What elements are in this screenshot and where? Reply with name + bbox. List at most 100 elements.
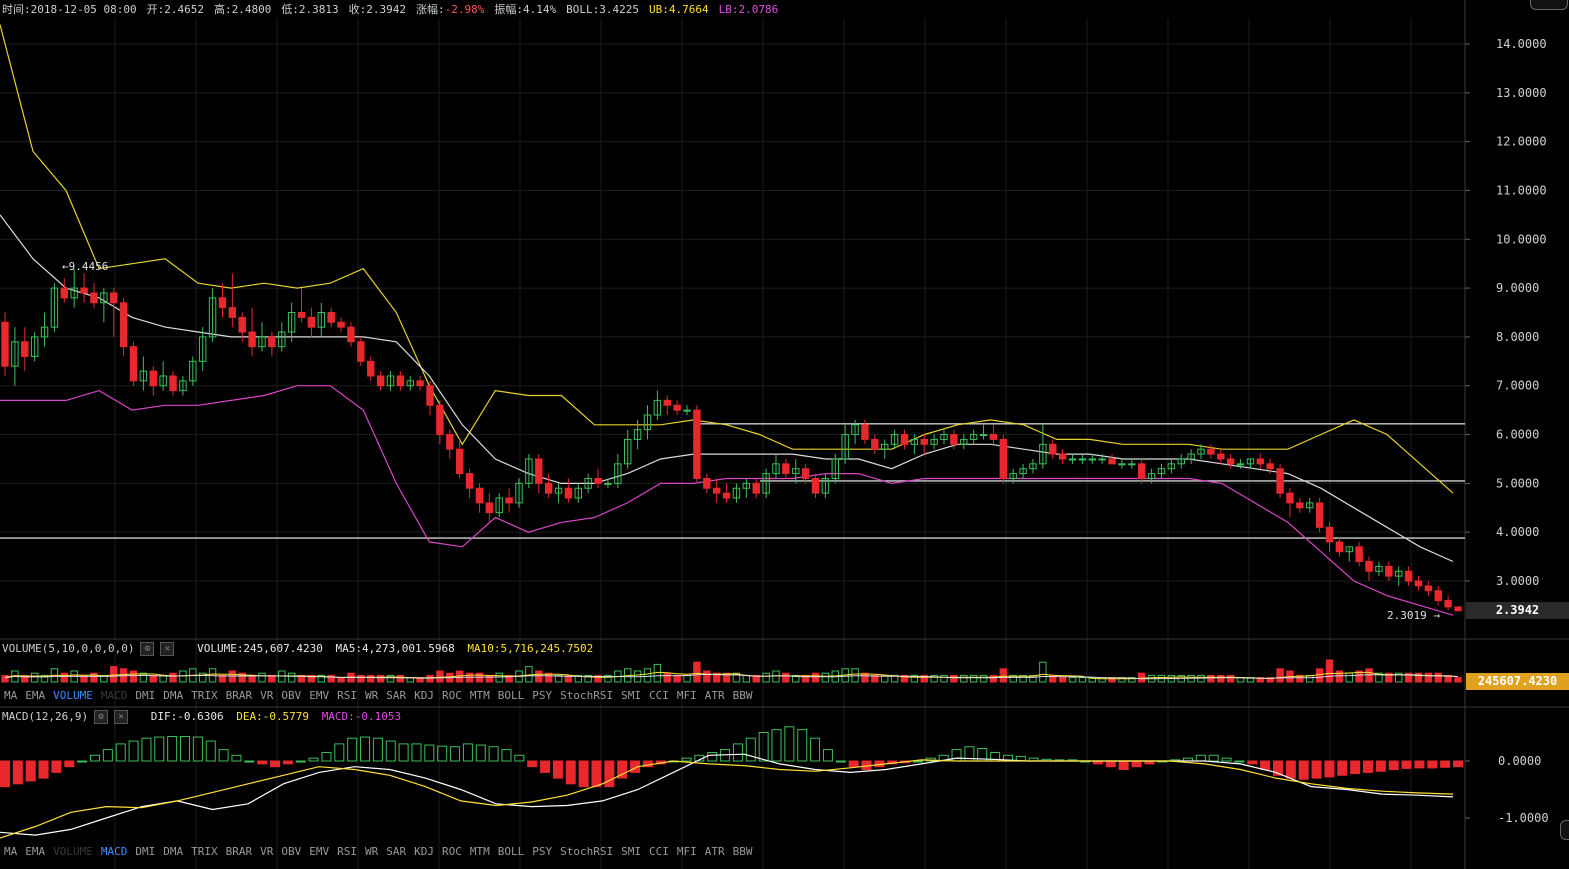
candle-body[interactable]: [544, 482, 553, 494]
candle-body[interactable]: [1355, 546, 1363, 562]
candle-body[interactable]: [900, 434, 909, 445]
tab-dma[interactable]: DMA: [159, 845, 187, 858]
candle-body[interactable]: [218, 297, 227, 309]
candle-body[interactable]: [663, 399, 671, 406]
tab-trix[interactable]: TRIX: [187, 845, 222, 858]
tab-ma[interactable]: MA: [0, 689, 21, 702]
tab-smi[interactable]: SMI: [617, 845, 645, 858]
candle-body[interactable]: [1404, 570, 1413, 582]
candle-body[interactable]: [307, 316, 316, 328]
candle-body[interactable]: [683, 409, 691, 412]
candle-body[interactable]: [268, 336, 276, 348]
candle-body[interactable]: [1118, 463, 1126, 466]
tab-psy[interactable]: PSY: [528, 845, 556, 858]
candle-body[interactable]: [426, 385, 434, 406]
settings-icon[interactable]: ⚙: [140, 642, 155, 656]
candle-body[interactable]: [1236, 463, 1245, 466]
tab-wr[interactable]: WR: [361, 689, 382, 702]
candle-body[interactable]: [1385, 565, 1393, 577]
tab-rsi[interactable]: RSI: [333, 845, 361, 858]
tab-ma[interactable]: MA: [0, 845, 21, 858]
tab-sar[interactable]: SAR: [382, 689, 410, 702]
candle-body[interactable]: [455, 448, 464, 475]
candle-body[interactable]: [920, 438, 928, 445]
candle-body[interactable]: [396, 375, 405, 387]
candle-body[interactable]: [1128, 463, 1136, 466]
tab-boll[interactable]: BOLL: [494, 845, 529, 858]
candle-body[interactable]: [1325, 526, 1334, 543]
candle-body[interactable]: [238, 316, 246, 333]
candle-body[interactable]: [1434, 590, 1442, 602]
candle-body[interactable]: [110, 292, 118, 304]
candle-body[interactable]: [999, 438, 1008, 479]
candle-body[interactable]: [1137, 463, 1146, 479]
tab-macd[interactable]: MACD: [97, 689, 132, 702]
candle-body[interactable]: [989, 434, 998, 440]
chart-canvas[interactable]: 14.0000 13.0000 12.0000 11.0000 10.0000 9.000…: [0, 0, 1569, 869]
candle-body[interactable]: [367, 360, 375, 377]
tab-atr[interactable]: ATR: [701, 689, 729, 702]
candle-body[interactable]: [871, 438, 879, 450]
candle-body[interactable]: [1315, 502, 1324, 528]
candle-body[interactable]: [712, 487, 721, 494]
tab-smi[interactable]: SMI: [617, 689, 645, 702]
tab-roc[interactable]: ROC: [438, 845, 466, 858]
side-panel-toggle-button[interactable]: [1560, 820, 1569, 840]
tab-dmi[interactable]: DMI: [131, 689, 159, 702]
tab-emv[interactable]: EMV: [305, 845, 333, 858]
tab-bbw[interactable]: BBW: [729, 689, 757, 702]
tab-dma[interactable]: DMA: [159, 689, 187, 702]
candle-body[interactable]: [1296, 502, 1304, 509]
tab-roc[interactable]: ROC: [438, 689, 466, 702]
candle-body[interactable]: [782, 463, 790, 475]
candle-body[interactable]: [129, 346, 138, 382]
candle-body[interactable]: [1365, 560, 1373, 572]
candle-body[interactable]: [1266, 463, 1274, 470]
candle-body[interactable]: [119, 302, 128, 348]
candle-body[interactable]: [1276, 468, 1284, 494]
candle-body[interactable]: [21, 341, 29, 357]
candle-body[interactable]: [357, 341, 365, 362]
candle-body[interactable]: [1454, 606, 1462, 612]
tab-psy[interactable]: PSY: [528, 689, 556, 702]
tab-stochrsi[interactable]: StochRSI: [556, 689, 617, 702]
candle-body[interactable]: [1078, 458, 1087, 461]
tab-brar[interactable]: BRAR: [222, 845, 257, 858]
candle-body[interactable]: [801, 468, 810, 479]
candle-body[interactable]: [1424, 585, 1433, 592]
candle-body[interactable]: [594, 477, 602, 484]
candle-body[interactable]: [297, 312, 306, 318]
candle-body[interactable]: [149, 370, 157, 387]
candle-body[interactable]: [465, 473, 474, 489]
candle-body[interactable]: [436, 404, 444, 436]
tab-ema[interactable]: EMA: [21, 845, 49, 858]
tab-bbw[interactable]: BBW: [729, 845, 757, 858]
candle-body[interactable]: [950, 434, 958, 445]
candle-body[interactable]: [1414, 580, 1423, 587]
tab-rsi[interactable]: RSI: [333, 689, 361, 702]
candle-body[interactable]: [1, 321, 9, 367]
tab-macd[interactable]: MACD: [97, 845, 132, 858]
candle-body[interactable]: [248, 331, 256, 348]
candle-body[interactable]: [722, 492, 731, 499]
tab-obv[interactable]: OBV: [277, 845, 305, 858]
candle-body[interactable]: [811, 477, 820, 494]
candle-body[interactable]: [535, 458, 543, 484]
tab-mfi[interactable]: MFI: [673, 845, 701, 858]
tab-obv[interactable]: OBV: [277, 689, 305, 702]
candle-body[interactable]: [861, 424, 869, 440]
candle-body[interactable]: [1108, 458, 1116, 465]
candle-body[interactable]: [673, 404, 681, 411]
tab-kdj[interactable]: KDJ: [410, 689, 438, 702]
close-icon[interactable]: ✕: [114, 710, 129, 724]
candle-body[interactable]: [752, 482, 760, 494]
candle-body[interactable]: [1217, 453, 1225, 460]
tab-stochrsi[interactable]: StochRSI: [556, 845, 617, 858]
tab-wr[interactable]: WR: [361, 845, 382, 858]
tab-cci[interactable]: CCI: [645, 845, 673, 858]
close-icon[interactable]: ✕: [160, 642, 175, 656]
candle-body[interactable]: [347, 326, 355, 343]
tab-mtm[interactable]: MTM: [466, 689, 494, 702]
candle-body[interactable]: [1049, 443, 1057, 455]
candle-body[interactable]: [979, 434, 988, 437]
